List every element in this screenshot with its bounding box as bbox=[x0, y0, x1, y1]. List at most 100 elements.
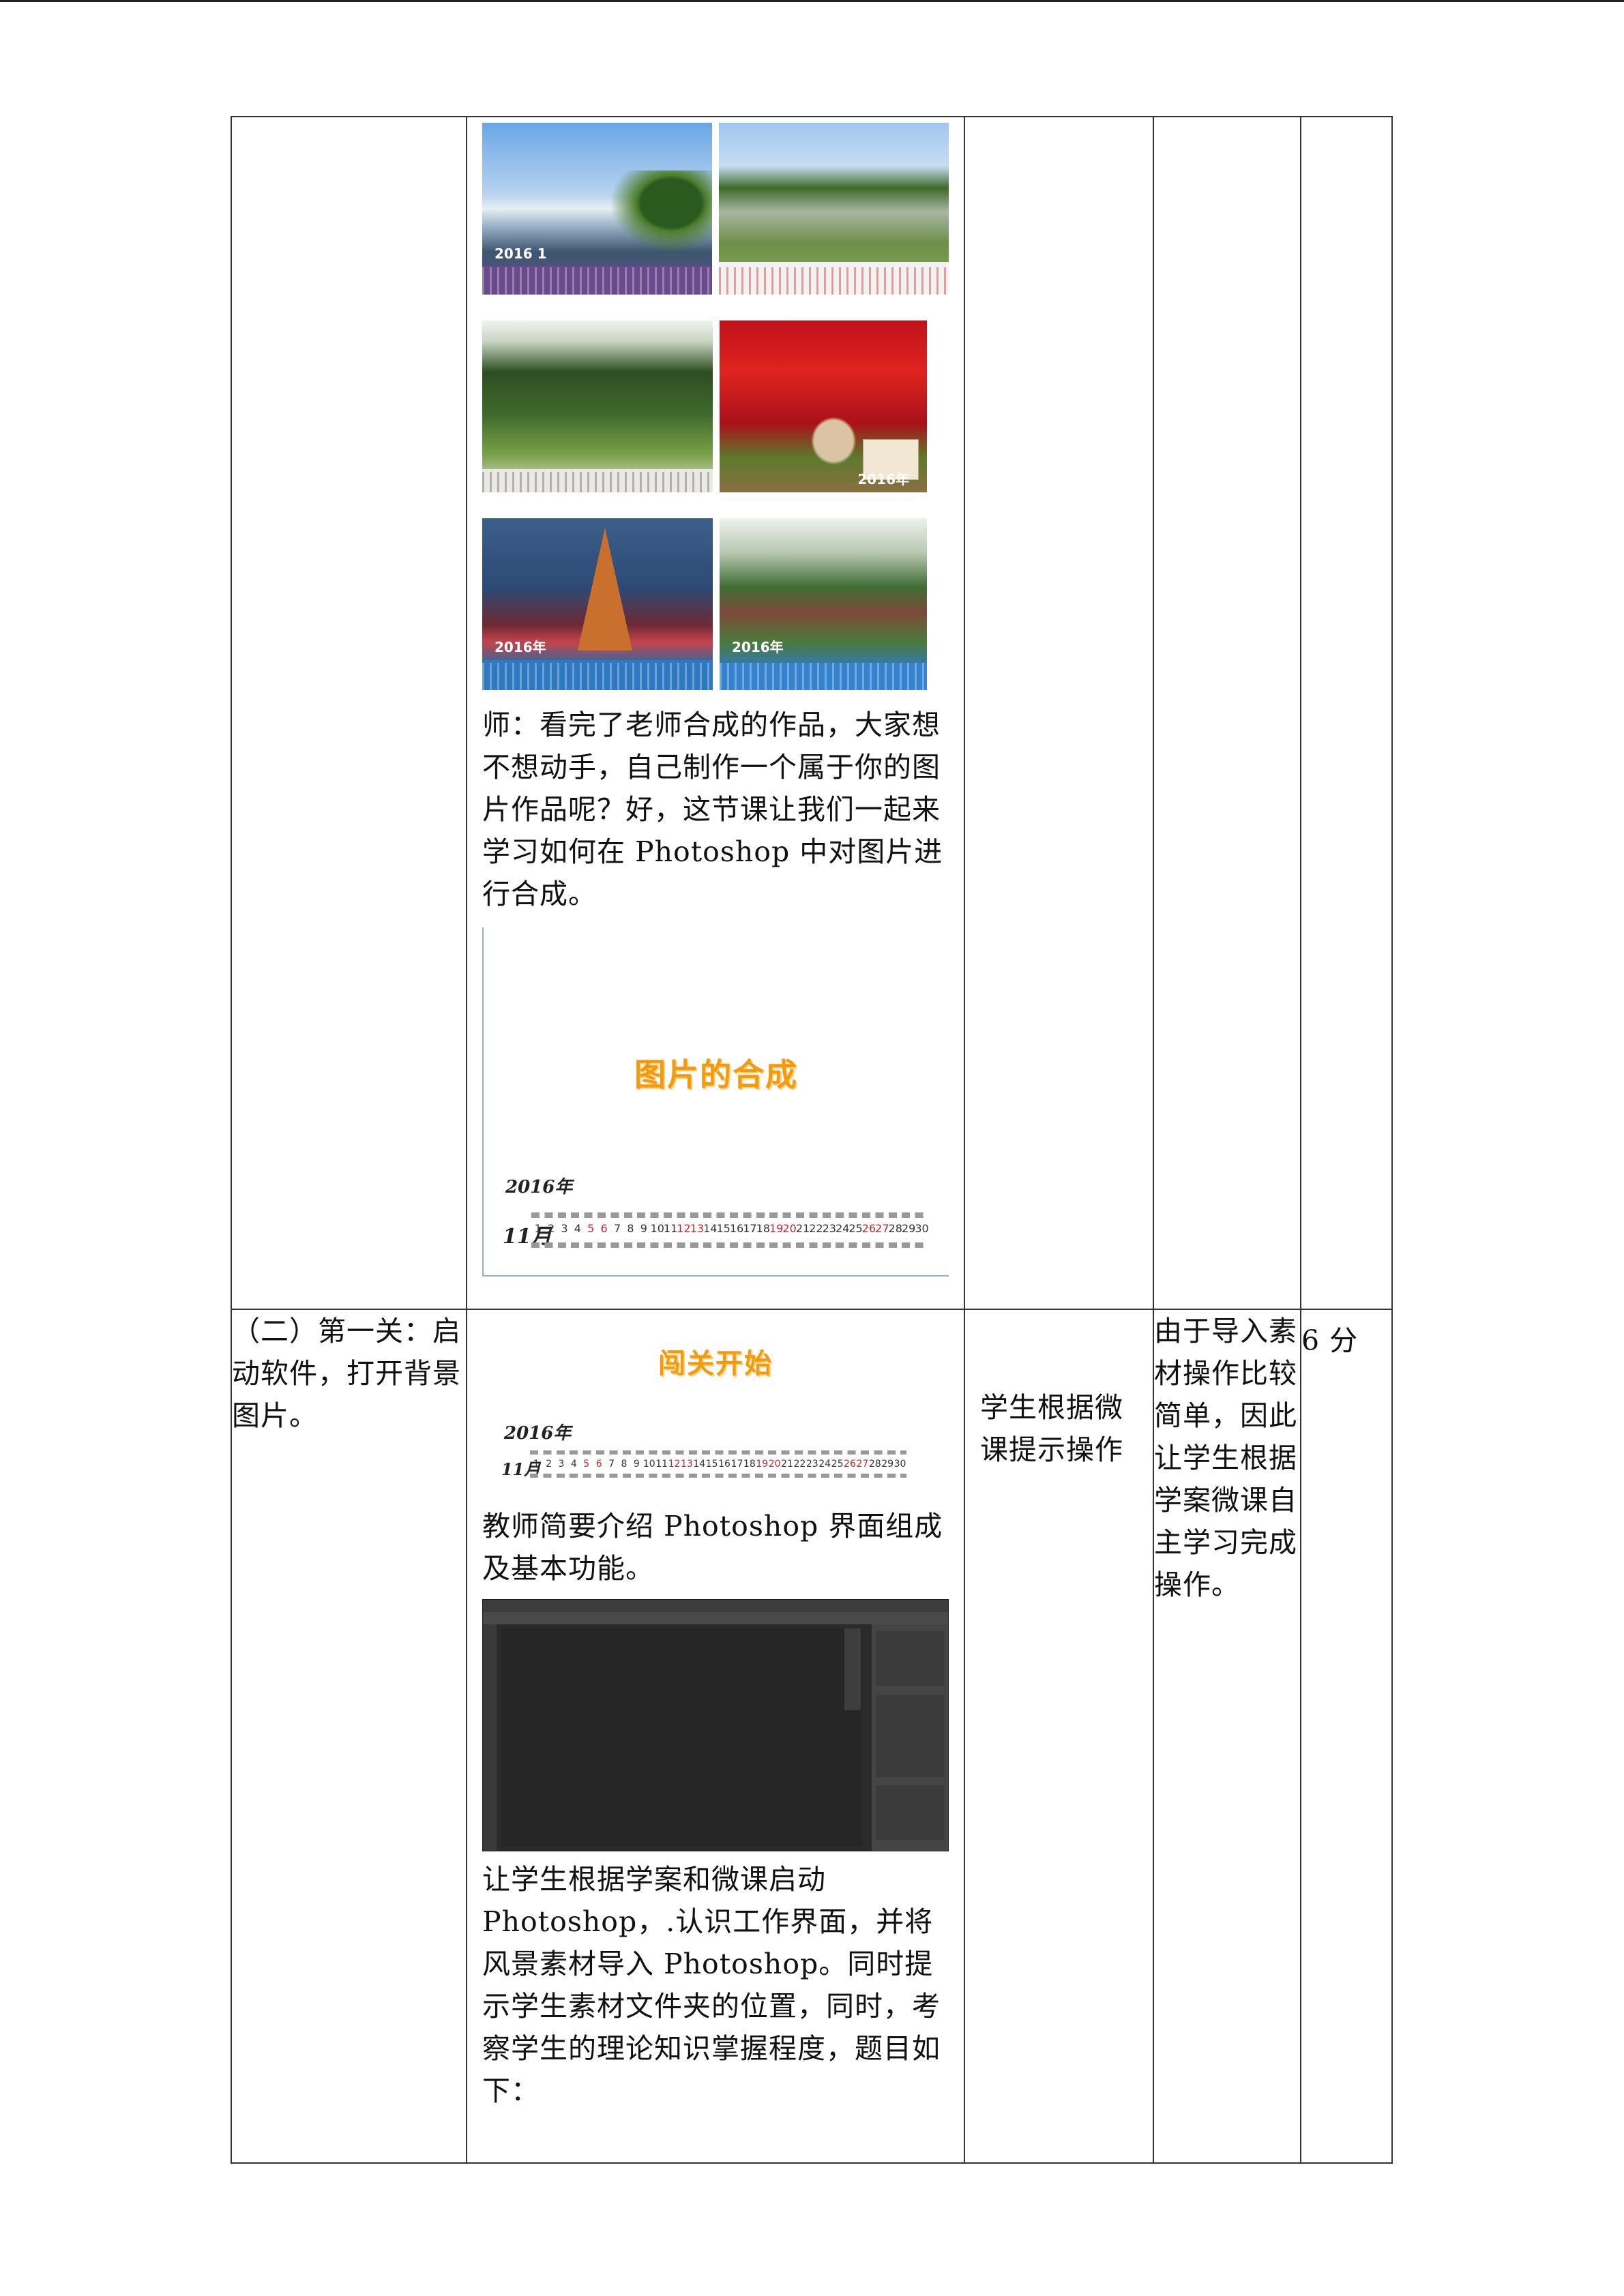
calendar-day: 6 bbox=[595, 1459, 602, 1470]
calendar-days: 1 2 3 4 5 6 7 8 9 1011121314151617181920212223242… bbox=[530, 1459, 906, 1470]
student-activity-block: 学生根据微课提示操作 bbox=[965, 1310, 1153, 1471]
page-top-rule bbox=[0, 0, 1624, 2]
slide-year: 2016年 bbox=[504, 1423, 572, 1444]
slide-game-start: 闯关开始 2016年 11月 1 2 3 4 5 6 7 8 9 1011121314151617… bbox=[482, 1335, 949, 1479]
activity-cell: 闯关开始 2016年 11月 1 2 3 4 5 6 7 8 9 1011121314151617… bbox=[466, 1309, 965, 2164]
calendar-lunar-row bbox=[531, 1242, 928, 1248]
calendar-day: 14 bbox=[693, 1459, 706, 1470]
calendar-lunar-row bbox=[530, 1474, 906, 1478]
photo-year-tag: 2016 1 bbox=[494, 245, 547, 262]
time-cell-empty bbox=[1300, 116, 1393, 1310]
calendar-day: 7 bbox=[613, 1222, 621, 1235]
photo-row-2: 2016年 bbox=[482, 320, 949, 492]
calendar-day: 26 bbox=[861, 1222, 876, 1235]
calendar-day: 23 bbox=[806, 1459, 818, 1470]
intro-text-block: 教师简要介绍 Photoshop 界面组成及基本功能。 bbox=[467, 1472, 964, 1590]
calendar-day: 27 bbox=[875, 1222, 889, 1235]
calendar-day: 15 bbox=[716, 1222, 730, 1235]
stage-text: （二）第一关：启动软件，打开背景图片。 bbox=[232, 1315, 461, 1432]
calendar-day: 29 bbox=[901, 1222, 916, 1235]
calendar-day: 12 bbox=[668, 1459, 681, 1470]
calendar-day: 18 bbox=[743, 1459, 756, 1470]
time-cell: 6 分 bbox=[1300, 1309, 1393, 2164]
calendar-day: 1 bbox=[534, 1222, 542, 1235]
slide-title: 图片的合成 bbox=[634, 1056, 798, 1093]
photo-year-tag: 2016年 bbox=[857, 471, 909, 488]
calendar-day: 5 bbox=[583, 1459, 590, 1470]
calendar-day: 16 bbox=[729, 1222, 744, 1235]
calendar-day: 20 bbox=[768, 1459, 781, 1470]
teacher-text-block: 师：看完了老师合成的作品，大家想不想动手，自己制作一个属于你的图片作品呢？好，这… bbox=[467, 690, 964, 915]
calendar-day: 30 bbox=[894, 1459, 906, 1470]
calendar-day: 12 bbox=[677, 1222, 691, 1235]
student-activity-text: 学生根据微课提示操作 bbox=[980, 1391, 1123, 1466]
photo-year-tag: 2016年 bbox=[494, 639, 546, 655]
calendar-day: 23 bbox=[822, 1222, 836, 1235]
calendar-day: 2 bbox=[546, 1459, 552, 1470]
calendar-day: 3 bbox=[558, 1459, 565, 1470]
design-intent-text: 由于导入素材操作比较简单，因此让学生根据学案微课自主学习完成操作。 bbox=[1154, 1315, 1297, 1601]
intro-text: 教师简要介绍 Photoshop 界面组成及基本功能。 bbox=[482, 1510, 943, 1585]
calendar-day: 2 bbox=[547, 1222, 555, 1235]
slide-image-composition: 图片的合成 2016年 11月 1 2 3 4 5 6 7 8 9 101112131415161… bbox=[482, 927, 949, 1277]
stage-cell-empty bbox=[231, 116, 467, 1310]
calendar-day: 9 bbox=[640, 1222, 647, 1235]
calendar-weekday-row bbox=[530, 1450, 906, 1455]
calendar-day: 10 bbox=[643, 1459, 655, 1470]
calendar-day: 28 bbox=[868, 1459, 881, 1470]
calendar-day: 19 bbox=[756, 1459, 769, 1470]
calendar-day: 3 bbox=[561, 1222, 568, 1235]
calendar-day: 28 bbox=[888, 1222, 902, 1235]
calendar-day: 1 bbox=[533, 1459, 540, 1470]
calendar-day: 27 bbox=[856, 1459, 869, 1470]
garden-photo: 2016年 bbox=[720, 518, 927, 690]
calendar-day: 9 bbox=[633, 1459, 640, 1470]
calendar-day: 10 bbox=[650, 1222, 664, 1235]
calendar-day: 17 bbox=[730, 1459, 743, 1470]
time-text: 6 分 bbox=[1301, 1324, 1359, 1357]
calendar-day: 8 bbox=[621, 1459, 628, 1470]
calendar-day: 29 bbox=[881, 1459, 894, 1470]
photo-row-3: 2016年 2016年 bbox=[482, 518, 949, 690]
instruction-text: 让学生根据学案和微课启动 Photoshop，.认识工作界面，并将风景素材导入 … bbox=[482, 1863, 941, 2107]
calendar-days: 1 2 3 4 5 6 7 8 9 1011121314151617181920212223242… bbox=[531, 1222, 929, 1235]
student-activity-cell: 学生根据微课提示操作 bbox=[964, 1309, 1154, 2164]
calendar-day: 16 bbox=[718, 1459, 730, 1470]
design-intent-cell: 由于导入素材操作比较简单，因此让学生根据学案微课自主学习完成操作。 bbox=[1153, 1309, 1301, 2164]
calendar-day: 17 bbox=[743, 1222, 757, 1235]
calendar-day: 13 bbox=[680, 1459, 693, 1470]
palm-photo bbox=[482, 320, 713, 492]
calendar-day: 8 bbox=[627, 1222, 634, 1235]
slide-title: 闯关开始 bbox=[658, 1348, 773, 1380]
activity-cell: 2016 1 2016年 2016年 2016年 师：看完了老师合成的作品，大家… bbox=[466, 116, 965, 1310]
table-row: 2016 1 2016年 2016年 2016年 师：看完了老师合成的作品，大家… bbox=[231, 116, 1393, 1310]
slide-year: 2016年 bbox=[505, 1177, 573, 1197]
calendar-day: 19 bbox=[769, 1222, 784, 1235]
teacher-text: 师：看完了老师合成的作品，大家想不想动手，自己制作一个属于你的图片作品呢？好，这… bbox=[482, 709, 943, 910]
table-row: （二）第一关：启动软件，打开背景图片。 闯关开始 2016年 11月 12345… bbox=[231, 1309, 1393, 2164]
calendar-day: 30 bbox=[915, 1222, 929, 1235]
stage-cell: （二）第一关：启动软件，打开背景图片。 bbox=[231, 1309, 467, 2164]
calendar-day: 7 bbox=[608, 1459, 615, 1470]
calendar-day: 13 bbox=[690, 1222, 705, 1235]
calendar-day: 24 bbox=[818, 1459, 831, 1470]
intent-cell-empty bbox=[1153, 116, 1301, 1310]
calendar-day: 4 bbox=[570, 1459, 577, 1470]
calendar-day: 4 bbox=[574, 1222, 581, 1235]
photoshop-screenshot bbox=[482, 1599, 949, 1851]
photo-row-1: 2016 1 bbox=[482, 123, 949, 295]
calendar-day: 6 bbox=[600, 1222, 608, 1235]
calendar-day: 22 bbox=[793, 1459, 806, 1470]
calendar-day: 15 bbox=[705, 1459, 718, 1470]
calendar-day: 25 bbox=[831, 1459, 844, 1470]
calendar-day: 5 bbox=[587, 1222, 595, 1235]
photo-gallery: 2016 1 2016年 2016年 2016年 bbox=[467, 117, 964, 690]
calendar-day: 11 bbox=[655, 1459, 668, 1470]
photo-year-tag: 2016年 bbox=[732, 639, 784, 655]
calendar-day: 18 bbox=[756, 1222, 770, 1235]
calendar-day: 22 bbox=[809, 1222, 823, 1235]
calendar-day: 20 bbox=[782, 1222, 797, 1235]
lake-photo: 2016 1 bbox=[482, 123, 712, 295]
calendar-day: 21 bbox=[795, 1222, 810, 1235]
calendar-day: 26 bbox=[844, 1459, 856, 1470]
